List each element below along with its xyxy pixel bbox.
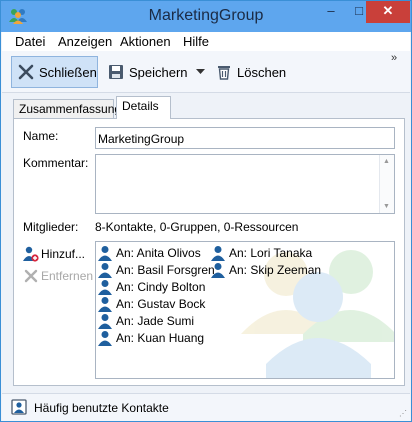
remove-member-label: Entfernen bbox=[41, 269, 94, 283]
close-button-label: Schließen bbox=[39, 64, 97, 80]
scroll-down-icon[interactable]: ▼ bbox=[383, 203, 390, 210]
save-button[interactable]: Speichern bbox=[108, 56, 188, 88]
trash-icon bbox=[218, 66, 230, 80]
members-label: Mitglieder: bbox=[23, 220, 79, 234]
member-label: An: Gustav Bock bbox=[116, 296, 206, 311]
contact-icon bbox=[98, 330, 112, 346]
member-label: An: Kuan Huang bbox=[116, 330, 205, 345]
name-label: Name: bbox=[23, 129, 59, 143]
member-item[interactable]: An: Cindy Bolton bbox=[97, 278, 205, 295]
menu-bar: Datei Anzeigen Aktionen Hilfe bbox=[2, 32, 410, 51]
delete-button[interactable]: Löschen bbox=[216, 56, 286, 88]
comment-scrollbar[interactable]: ▲ ▼ bbox=[379, 155, 394, 213]
contact-icon bbox=[211, 262, 225, 278]
delete-button-label: Löschen bbox=[237, 64, 287, 80]
member-label: An: Lori Tanaka bbox=[229, 245, 313, 260]
member-label: An: Anita Olivos bbox=[116, 245, 201, 260]
comment-label: Kommentar: bbox=[23, 156, 89, 170]
contact-icon bbox=[98, 296, 112, 312]
member-item[interactable]: An: Basil Forsgren bbox=[97, 261, 215, 278]
scroll-up-icon[interactable]: ▲ bbox=[383, 158, 390, 165]
remove-member-button[interactable]: Entfernen bbox=[23, 268, 93, 284]
contact-icon bbox=[98, 262, 112, 278]
app-window: MarketingGroup – □ ✕ Datei Anzeigen Akti… bbox=[0, 0, 412, 422]
member-item[interactable]: An: Kuan Huang bbox=[97, 329, 204, 346]
close-window-button[interactable]: ✕ bbox=[366, 1, 410, 23]
menu-hilfe[interactable]: Hilfe bbox=[183, 34, 209, 49]
close-button[interactable]: Schließen bbox=[11, 56, 98, 88]
contact-icon bbox=[211, 245, 225, 261]
save-dropdown-button[interactable] bbox=[196, 56, 210, 88]
toolbar-overflow-button[interactable]: » bbox=[391, 52, 397, 64]
member-label: An: Jade Sumi bbox=[116, 313, 195, 328]
title-bar[interactable]: MarketingGroup – □ ✕ bbox=[1, 1, 411, 32]
contact-icon bbox=[98, 313, 112, 329]
contact-card-icon bbox=[11, 399, 27, 415]
status-text: Häufig benutzte Kontakte bbox=[34, 401, 169, 415]
details-panel: Name: MarketingGroup Kommentar: ▲ ▼ Mitg… bbox=[13, 118, 405, 386]
member-item[interactable]: An: Gustav Bock bbox=[97, 295, 205, 312]
members-summary: 8-Kontakte, 0-Gruppen, 0-Ressourcen bbox=[95, 220, 299, 234]
add-contact-icon bbox=[23, 246, 39, 262]
contact-icon bbox=[98, 279, 112, 295]
member-item[interactable]: An: Jade Sumi bbox=[97, 312, 194, 329]
member-item[interactable]: An: Lori Tanaka bbox=[210, 244, 312, 261]
add-member-label: Hinzuf... bbox=[41, 247, 86, 261]
floppy-disk-icon bbox=[109, 65, 123, 79]
name-field[interactable]: MarketingGroup bbox=[95, 127, 395, 149]
tab-details[interactable]: Details bbox=[116, 96, 171, 119]
toolbar: Schließen Speichern Löschen » bbox=[2, 51, 410, 93]
member-label: An: Skip Zeeman bbox=[229, 262, 322, 277]
contact-icon bbox=[98, 245, 112, 261]
save-button-label: Speichern bbox=[129, 64, 188, 80]
resize-grip-icon[interactable]: ⋰ bbox=[399, 409, 407, 418]
status-bar: Häufig benutzte Kontakte ⋰ bbox=[2, 393, 410, 421]
menu-datei[interactable]: Datei bbox=[15, 34, 45, 49]
menu-aktionen[interactable]: Aktionen bbox=[120, 34, 171, 49]
remove-icon bbox=[24, 269, 38, 283]
minimize-button[interactable]: – bbox=[317, 1, 345, 23]
member-label: An: Cindy Bolton bbox=[116, 279, 206, 294]
tab-zusammenfassung[interactable]: Zusammenfassung bbox=[13, 99, 121, 118]
comment-field[interactable]: ▲ ▼ bbox=[95, 154, 395, 214]
members-list[interactable]: An: Anita Olivos An: Basil Forsgren An: Ci… bbox=[95, 241, 395, 379]
add-member-button[interactable]: Hinzuf... bbox=[23, 246, 85, 262]
menu-anzeigen[interactable]: Anzeigen bbox=[58, 34, 112, 49]
close-icon bbox=[18, 64, 34, 80]
member-item[interactable]: An: Skip Zeeman bbox=[210, 261, 321, 278]
chevron-down-icon bbox=[196, 69, 205, 74]
member-label: An: Basil Forsgren bbox=[116, 262, 215, 277]
member-item[interactable]: An: Anita Olivos bbox=[97, 244, 201, 261]
